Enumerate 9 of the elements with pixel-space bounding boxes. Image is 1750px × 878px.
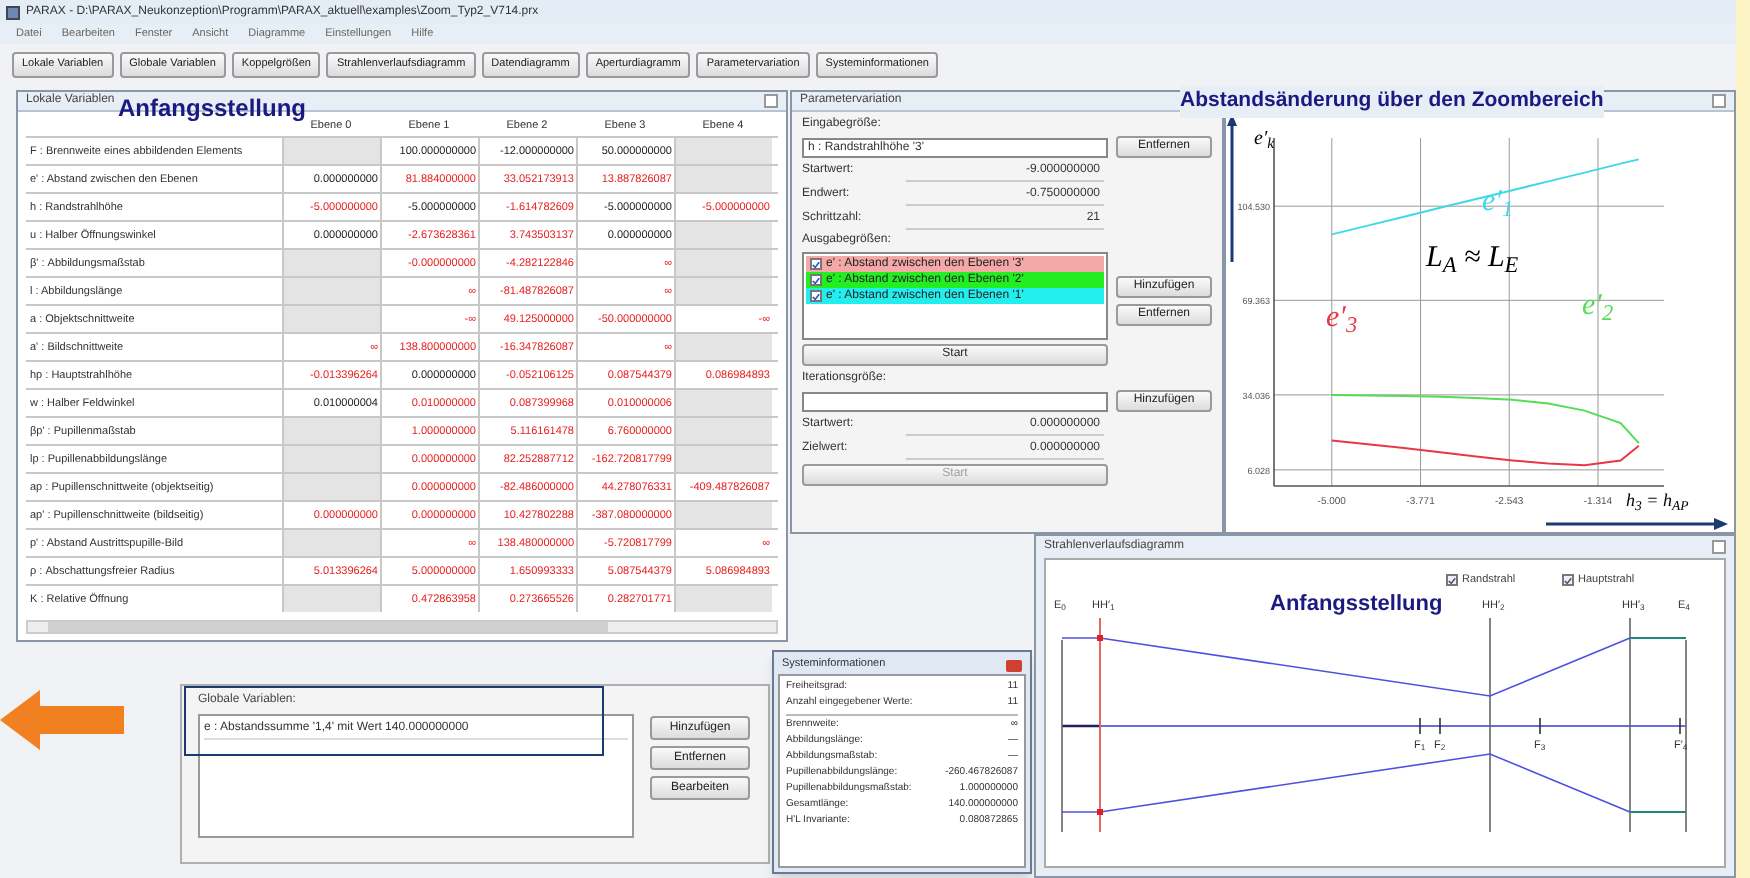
y-axis-label: e′$_{k}$: [1254, 126, 1274, 154]
curve-label: e′$_{2}$: [1582, 288, 1614, 329]
annotation-title: Anfangsstellung: [1270, 590, 1443, 620]
curve-label: e′$_{3}$: [1326, 300, 1358, 341]
annotation-title: Anfangsstellung: [118, 92, 307, 126]
formula: L$_{A}$ ≈ L$_{E}$: [1426, 240, 1519, 281]
x-axis-label: h$_{3}$ = h$_{AP}$: [1626, 488, 1689, 515]
curve-label: e′$_{1}$: [1482, 184, 1514, 225]
annotation-title: Abstandsänderung über den Zoombereich: [1180, 86, 1604, 118]
